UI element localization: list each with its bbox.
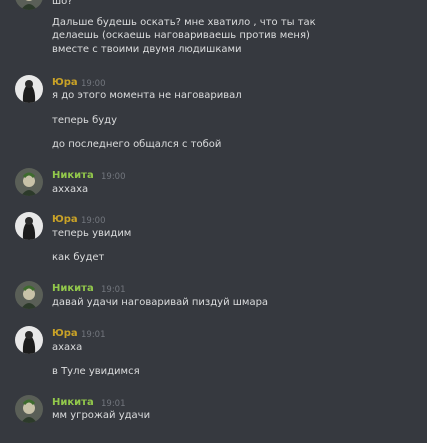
message-text: вместе с твоими двумя людишками — [52, 44, 242, 55]
user-avatar-joker-icon — [15, 281, 43, 309]
author-name[interactable]: Юра — [52, 214, 78, 226]
avatar[interactable] — [15, 168, 43, 196]
avatar[interactable] — [15, 326, 43, 354]
timestamp: 19:00 — [81, 79, 106, 89]
message-text: шо? — [52, 0, 73, 7]
message-text: теперь буду — [52, 115, 118, 126]
message-text: аххаха — [52, 184, 89, 195]
user-avatar-dark-icon — [15, 326, 43, 354]
message-text: теперь увидим — [52, 228, 132, 239]
message-text: ахаха — [52, 342, 83, 353]
author-name[interactable]: Никита — [52, 170, 94, 182]
user-avatar-joker-icon — [15, 0, 43, 10]
user-avatar-dark-icon — [15, 75, 43, 103]
message-text: давай удачи наговаривай пиздуй шмара — [52, 297, 269, 308]
author-name[interactable]: Никита — [52, 283, 94, 295]
timestamp: 19:00 — [81, 216, 106, 226]
timestamp: 19:01 — [101, 285, 126, 295]
avatar[interactable] — [15, 0, 43, 10]
message-text: как будет — [52, 252, 105, 263]
avatar[interactable] — [15, 395, 43, 423]
message-text: мм угрожай удачи — [52, 410, 151, 421]
avatar[interactable] — [15, 212, 43, 240]
timestamp: 19:00 — [101, 172, 126, 182]
author-name[interactable]: Никита — [52, 397, 94, 409]
author-name[interactable]: Юра — [52, 77, 78, 89]
message-text: до последнего общался с тобой — [52, 139, 222, 150]
timestamp: 19:01 — [81, 330, 106, 340]
user-avatar-joker-icon — [15, 395, 43, 423]
message-text: в Туле увидимся — [52, 366, 140, 377]
user-avatar-dark-icon — [15, 212, 43, 240]
avatar[interactable] — [15, 281, 43, 309]
author-name[interactable]: Юра — [52, 328, 78, 340]
message-text: делаешь (оскаешь наговариваешь против ме… — [52, 30, 310, 41]
chat-messages: шо? Дальше будешь оскать? мне хватило , … — [0, 0, 427, 443]
avatar[interactable] — [15, 75, 43, 103]
user-avatar-joker-icon — [15, 168, 43, 196]
message-text: Дальше будешь оскать? мне хватило , что … — [52, 17, 316, 28]
timestamp: 19:01 — [101, 399, 126, 409]
message-text: я до этого момента не наговаривал — [52, 90, 242, 101]
